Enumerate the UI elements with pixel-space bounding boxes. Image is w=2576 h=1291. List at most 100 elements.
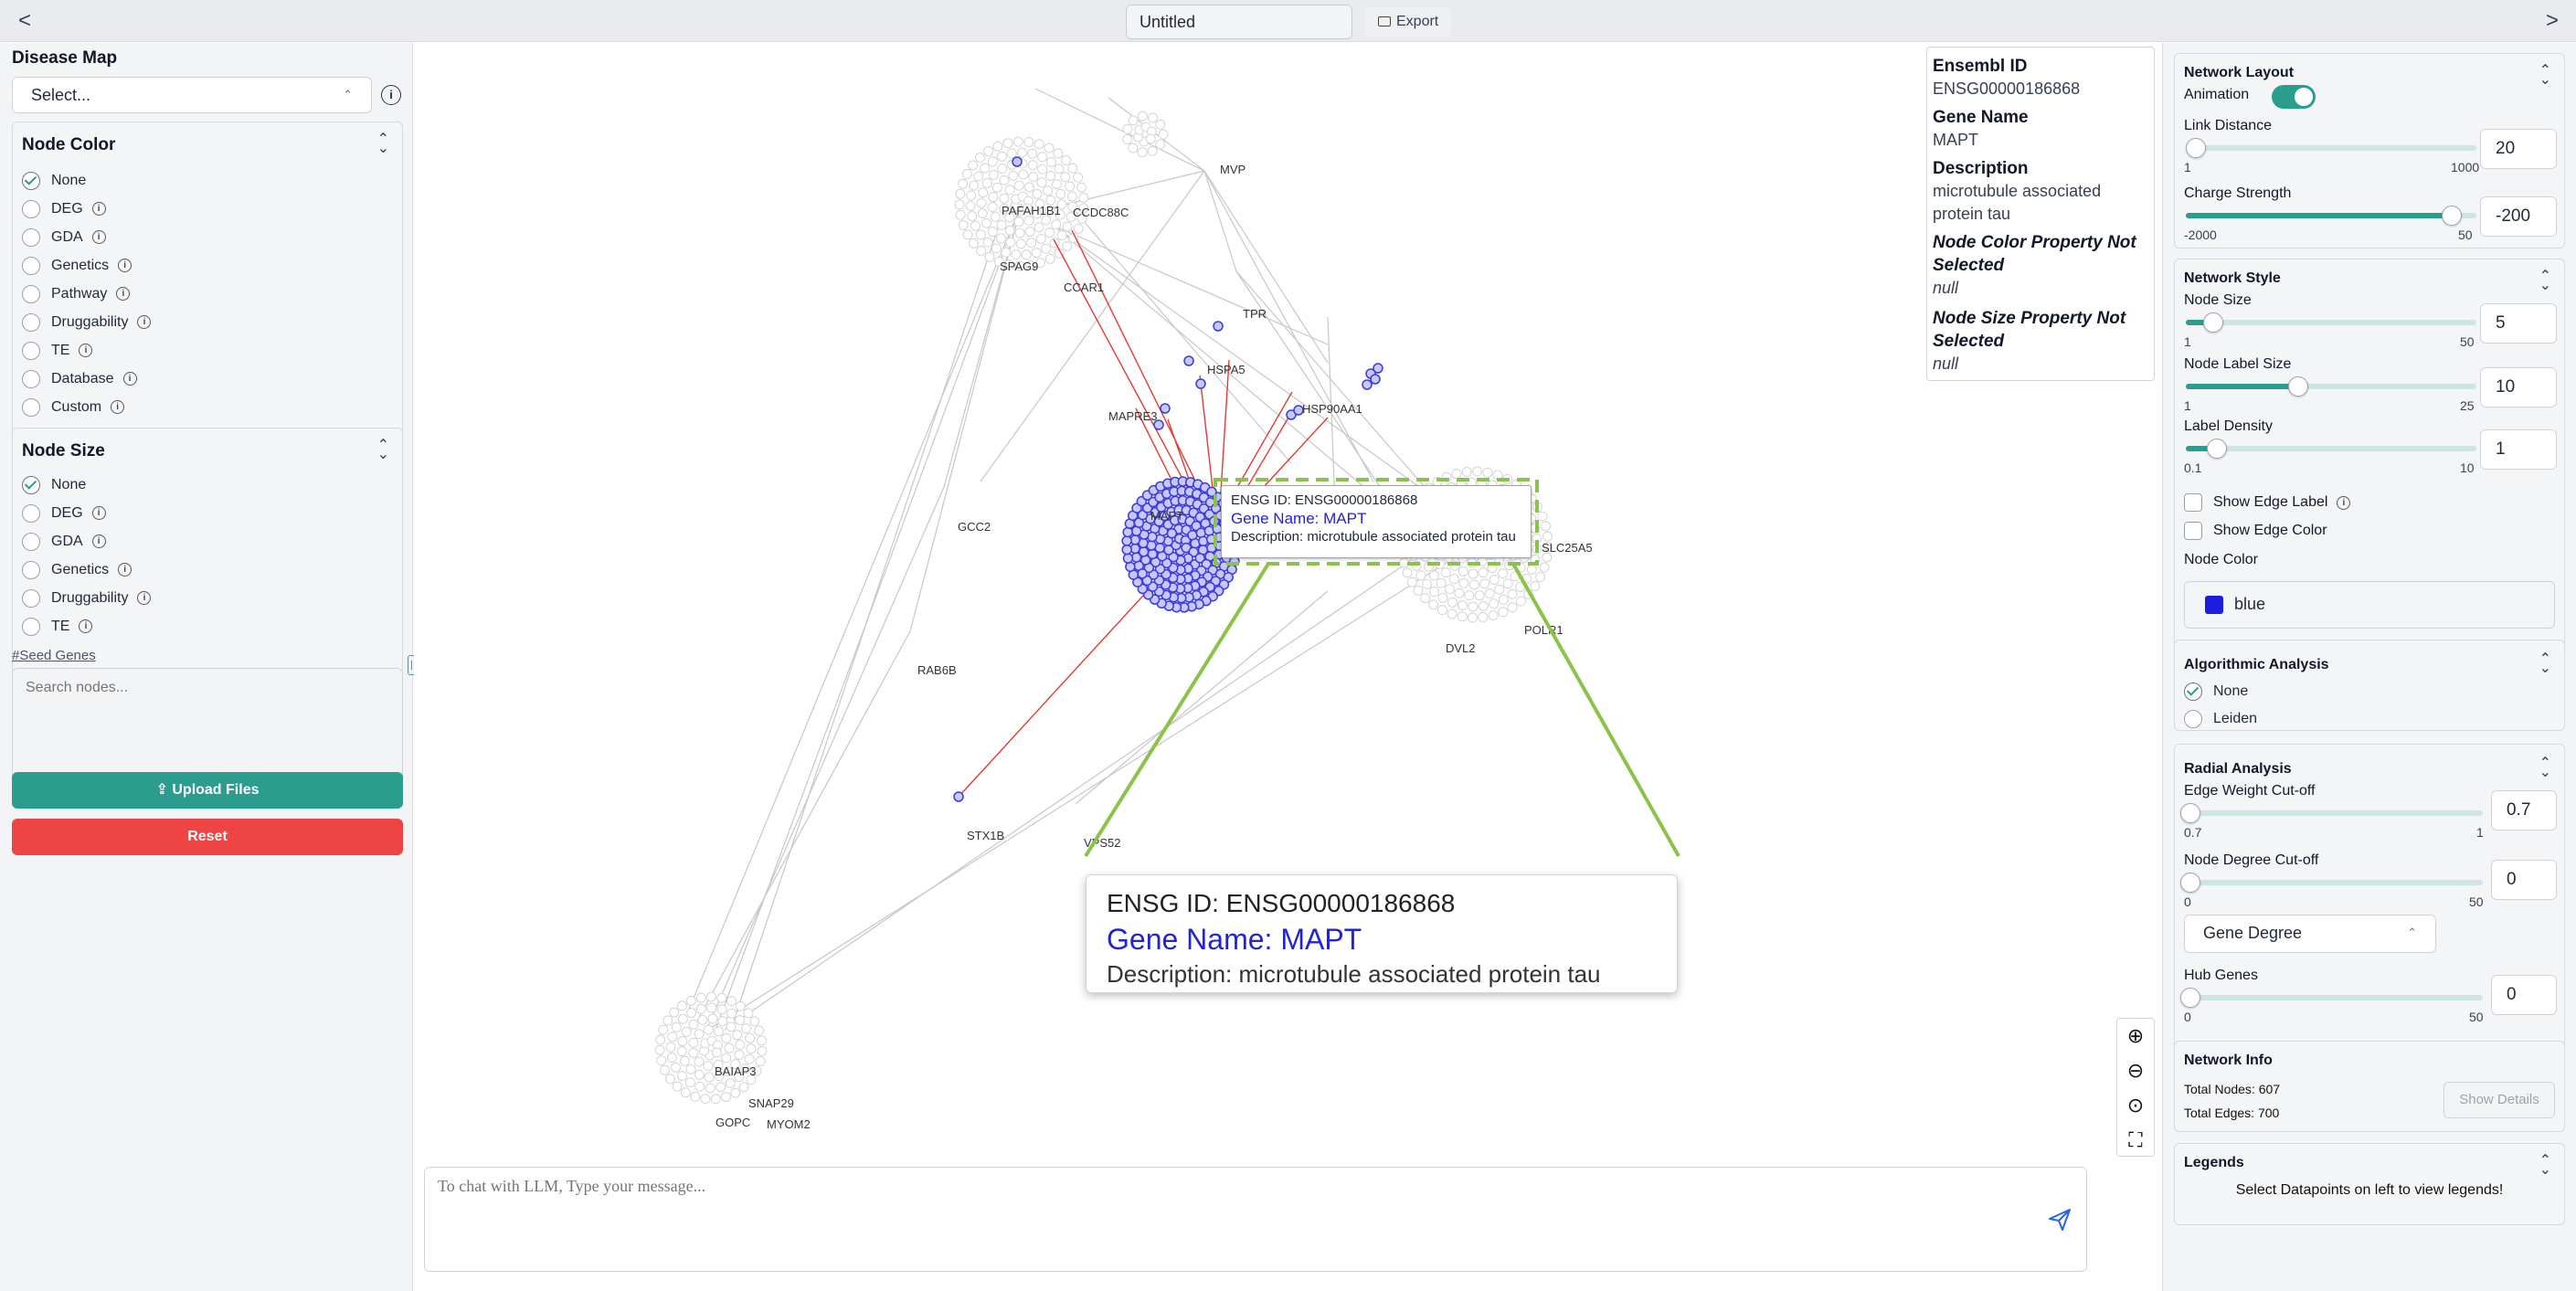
- info-icon[interactable]: i: [91, 506, 106, 521]
- network-graph[interactable]: MVP PAFAH1B1 CCDC88C SPAG9 CCAR1 TPR HSPA5 HSP9…: [414, 43, 2162, 1291]
- zoom-in-icon[interactable]: ⊕: [2117, 1019, 2154, 1053]
- radio[interactable]: [22, 284, 40, 303]
- label-density-input[interactable]: 1: [2480, 429, 2557, 470]
- info-icon[interactable]: i: [118, 259, 133, 273]
- hub-genes-input[interactable]: 0: [2491, 975, 2557, 1015]
- charge-strength-input[interactable]: -200: [2480, 196, 2557, 237]
- info-icon[interactable]: i: [91, 534, 106, 549]
- info-icon[interactable]: i: [2337, 495, 2351, 510]
- upload-files-button[interactable]: ⇪ Upload Files: [12, 772, 403, 809]
- radio[interactable]: [2184, 709, 2202, 728]
- info-icon[interactable]: i: [79, 344, 93, 358]
- info-icon[interactable]: i: [381, 85, 401, 105]
- chevron-updown-icon[interactable]: ⌃ ⌄: [377, 132, 389, 156]
- slider-thumb[interactable]: [2180, 803, 2200, 823]
- collapse-right-icon[interactable]: >: [2539, 7, 2566, 35]
- radio[interactable]: [22, 532, 40, 551]
- info-icon[interactable]: i: [91, 202, 106, 217]
- edge-weight-slider[interactable]: [2180, 803, 2483, 823]
- edge-weight-input[interactable]: 0.7: [2491, 790, 2557, 831]
- node-size-option-gda[interactable]: GDA i: [22, 531, 106, 553]
- node-degree-slider[interactable]: [2180, 873, 2483, 893]
- radio-checked-icon[interactable]: [2184, 682, 2202, 701]
- radio[interactable]: [22, 228, 40, 247]
- radio[interactable]: [22, 617, 40, 636]
- radio[interactable]: [22, 256, 40, 275]
- show-edge-label-checkbox[interactable]: Show Edge Label i: [2184, 493, 2351, 512]
- node-size-option-deg[interactable]: DEG i: [22, 503, 106, 524]
- node-label-size-input[interactable]: 10: [2480, 367, 2557, 407]
- zoom-out-icon[interactable]: ⊖: [2117, 1053, 2154, 1088]
- slider-thumb[interactable]: [2180, 988, 2200, 1008]
- link-distance-input[interactable]: 20: [2480, 129, 2557, 169]
- charge-strength-slider[interactable]: [2186, 206, 2476, 226]
- project-title-input[interactable]: Untitled: [1126, 5, 1352, 39]
- degree-type-select[interactable]: Gene Degree ⌃: [2184, 915, 2436, 953]
- info-icon[interactable]: i: [91, 230, 106, 245]
- info-icon[interactable]: i: [118, 563, 133, 577]
- node-color-option-custom[interactable]: Custom i: [22, 397, 125, 418]
- info-icon[interactable]: i: [79, 619, 93, 634]
- radio[interactable]: [22, 560, 40, 579]
- checkbox[interactable]: [2184, 493, 2202, 512]
- label-density-slider[interactable]: [2186, 439, 2476, 459]
- chevron-updown-icon[interactable]: ⌃ ⌄: [2539, 270, 2551, 293]
- node-size-input[interactable]: 5: [2480, 303, 2557, 344]
- node-color-option-deg[interactable]: DEG i: [22, 198, 106, 220]
- node-color-picker[interactable]: blue: [2184, 581, 2555, 629]
- fullscreen-icon[interactable]: ⛶: [2117, 1123, 2154, 1158]
- hub-genes-slider[interactable]: [2180, 988, 2483, 1008]
- chat-input[interactable]: [438, 1177, 1991, 1259]
- chevron-updown-icon[interactable]: ⌃ ⌄: [2539, 1154, 2551, 1178]
- radio[interactable]: [22, 588, 40, 608]
- export-button[interactable]: Export: [1365, 7, 1452, 37]
- node-size-slider[interactable]: [2186, 312, 2476, 333]
- show-edge-color-checkbox[interactable]: Show Edge Color: [2184, 522, 2327, 540]
- node-color-option-pathway[interactable]: Pathway i: [22, 283, 131, 305]
- link-distance-slider[interactable]: [2186, 138, 2476, 158]
- info-icon[interactable]: i: [111, 400, 125, 415]
- info-icon[interactable]: i: [137, 315, 152, 330]
- node-size-option-druggability[interactable]: Druggability i: [22, 587, 152, 609]
- node-color-option-te[interactable]: TE i: [22, 340, 93, 362]
- node-color-option-druggability[interactable]: Druggability i: [22, 312, 152, 333]
- node-label-size-slider[interactable]: [2186, 376, 2476, 397]
- node-color-option-none[interactable]: None: [22, 170, 86, 192]
- node-size-option-none[interactable]: None: [22, 474, 86, 496]
- info-icon[interactable]: i: [137, 591, 152, 606]
- radio[interactable]: [22, 341, 40, 360]
- slider-thumb[interactable]: [2180, 873, 2200, 893]
- node-degree-input[interactable]: 0: [2491, 860, 2557, 900]
- radio-checked-icon[interactable]: [22, 475, 40, 494]
- radio[interactable]: [22, 312, 40, 332]
- algo-option-leiden[interactable]: Leiden: [2184, 708, 2257, 730]
- node-size-option-te[interactable]: TE i: [22, 616, 93, 638]
- checkbox[interactable]: [2184, 522, 2202, 540]
- slider-thumb[interactable]: [2442, 206, 2463, 226]
- network-canvas[interactable]: MVP PAFAH1B1 CCDC88C SPAG9 CCAR1 TPR HSPA5 HSP9…: [414, 43, 2162, 1291]
- radio[interactable]: [22, 503, 40, 523]
- collapse-left-icon[interactable]: <: [11, 7, 38, 35]
- info-icon[interactable]: i: [116, 287, 131, 302]
- chevron-updown-icon[interactable]: ⌃ ⌄: [2539, 757, 2551, 780]
- info-icon[interactable]: i: [122, 372, 137, 386]
- node-color-option-database[interactable]: Database i: [22, 368, 137, 390]
- chevron-updown-icon[interactable]: ⌃ ⌄: [2539, 64, 2551, 88]
- slider-thumb[interactable]: [2206, 439, 2227, 459]
- radio[interactable]: [22, 397, 40, 417]
- slider-thumb[interactable]: [2203, 312, 2224, 333]
- slider-thumb[interactable]: [2287, 376, 2308, 397]
- node-size-option-genetics[interactable]: Genetics i: [22, 559, 133, 581]
- radio-checked-icon[interactable]: [22, 171, 40, 190]
- disease-map-select[interactable]: Select... ⌃: [12, 77, 372, 113]
- send-icon[interactable]: [2048, 1208, 2072, 1232]
- chevron-updown-icon[interactable]: ⌃ ⌄: [377, 439, 389, 462]
- node-color-option-gda[interactable]: GDA i: [22, 227, 106, 249]
- radio[interactable]: [22, 369, 40, 388]
- radio[interactable]: [22, 199, 40, 218]
- chevron-updown-icon[interactable]: ⌃ ⌄: [2539, 652, 2551, 676]
- slider-thumb[interactable]: [2186, 138, 2207, 158]
- show-details-button[interactable]: Show Details: [2443, 1082, 2555, 1118]
- seed-genes-link[interactable]: #Seed Genes: [12, 648, 96, 663]
- animation-toggle[interactable]: [2272, 85, 2316, 109]
